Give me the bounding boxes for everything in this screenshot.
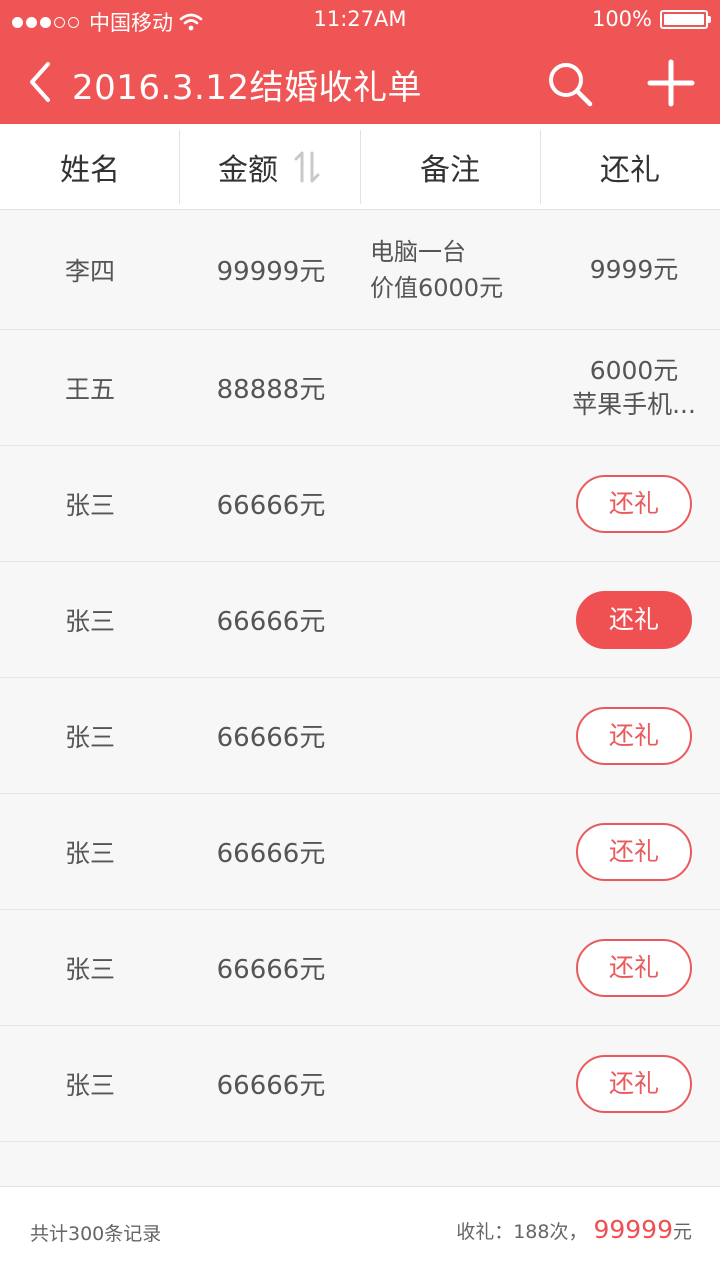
return-gift-button[interactable]: 还礼 bbox=[576, 938, 692, 997]
plus-icon[interactable] bbox=[644, 56, 698, 110]
row-name: 张三 bbox=[64, 954, 115, 984]
row-name: 张三 bbox=[64, 1070, 115, 1100]
row-name: 李四 bbox=[64, 256, 115, 286]
page-title: 2016.3.12结婚收礼单 bbox=[72, 68, 423, 108]
column-header-amount-label: 金额 bbox=[218, 152, 278, 188]
table-row[interactable]: 张三 66666元 还礼 bbox=[0, 794, 720, 910]
row-amount: 66666元 bbox=[216, 955, 326, 985]
column-header-amount[interactable]: 金额 bbox=[180, 124, 360, 209]
chevron-left-icon[interactable] bbox=[22, 58, 62, 106]
row-return: 还礼 bbox=[548, 910, 720, 1025]
total-records: 共计300条记录 bbox=[30, 1223, 162, 1245]
title-bar: 2016.3.12结婚收礼单 bbox=[0, 40, 720, 124]
app-bar: 中国移动 11:27AM 100% 2016.3.12结婚收礼单 bbox=[0, 0, 720, 124]
summary-footer: 共计300条记录 收礼：188次， 99999 元 bbox=[0, 1186, 720, 1280]
table-row[interactable]: 张三 66666元 还礼 bbox=[0, 562, 720, 678]
row-name: 张三 bbox=[64, 490, 115, 520]
row-amount: 66666元 bbox=[216, 491, 326, 521]
return-gift-button[interactable]: 还礼 bbox=[576, 1054, 692, 1113]
search-icon[interactable] bbox=[544, 58, 596, 110]
column-header-name[interactable]: 姓名 bbox=[0, 124, 180, 209]
table-header: 姓名 金额 备注 还礼 bbox=[0, 124, 720, 210]
received-amount: 99999 bbox=[593, 1215, 673, 1244]
return-gift-button[interactable]: 还礼 bbox=[576, 474, 692, 533]
row-name: 张三 bbox=[64, 722, 115, 752]
column-header-name-label: 姓名 bbox=[60, 152, 120, 188]
row-return: 还礼 bbox=[548, 678, 720, 793]
row-amount: 66666元 bbox=[216, 839, 326, 869]
row-amount: 66666元 bbox=[216, 1071, 326, 1101]
row-note-line: 电脑一台 bbox=[370, 237, 466, 266]
row-note: 电脑一台 价值6000元 bbox=[370, 210, 550, 329]
row-return: 还礼 bbox=[548, 794, 720, 909]
return-gift-button[interactable]: 还礼 bbox=[576, 822, 692, 881]
column-header-return-label: 还礼 bbox=[600, 152, 660, 188]
table-row[interactable]: 张三 66666元 还礼 bbox=[0, 910, 720, 1026]
row-note-line: 价值6000元 bbox=[370, 273, 504, 302]
row-name: 张三 bbox=[64, 838, 115, 868]
row-return: 还礼 bbox=[548, 1026, 720, 1141]
row-amount: 99999元 bbox=[216, 257, 326, 287]
received-count: 收礼：188次， bbox=[456, 1221, 588, 1243]
column-header-return[interactable]: 还礼 bbox=[540, 124, 720, 209]
status-bar: 中国移动 11:27AM 100% bbox=[0, 0, 720, 40]
table-row[interactable]: 张三 66666元 还礼 bbox=[0, 1026, 720, 1142]
row-return-value: 9999元 bbox=[589, 254, 679, 284]
row-return: 9999元 bbox=[548, 210, 720, 329]
received-unit: 元 bbox=[672, 1221, 692, 1243]
row-amount: 66666元 bbox=[216, 607, 326, 637]
battery-percent: 100% bbox=[591, 7, 652, 31]
column-header-note[interactable]: 备注 bbox=[360, 124, 540, 209]
row-return-value: 6000元 bbox=[589, 355, 679, 385]
row-amount: 88888元 bbox=[216, 375, 326, 405]
table-row[interactable]: 张三 66666元 还礼 bbox=[0, 446, 720, 562]
row-return: 还礼 bbox=[548, 446, 720, 561]
sort-icon[interactable] bbox=[292, 149, 322, 185]
received-summary: 收礼：188次， 99999 元 bbox=[456, 1215, 692, 1244]
column-header-note-label: 备注 bbox=[420, 152, 480, 188]
table-row[interactable]: 张三 66666元 还礼 bbox=[0, 678, 720, 794]
table-row[interactable]: 王五 88888元 6000元 苹果手机... bbox=[0, 330, 720, 446]
return-gift-button-pressed[interactable]: 还礼 bbox=[576, 590, 692, 649]
row-amount: 66666元 bbox=[216, 723, 326, 753]
row-return-note: 苹果手机... bbox=[572, 389, 696, 419]
row-return: 还礼 bbox=[548, 562, 720, 677]
table-row[interactable]: 李四 99999元 电脑一台 价值6000元 9999元 bbox=[0, 210, 720, 330]
row-name: 王五 bbox=[64, 374, 115, 404]
return-gift-button[interactable]: 还礼 bbox=[576, 706, 692, 765]
battery-icon bbox=[660, 9, 711, 29]
row-name: 张三 bbox=[64, 606, 115, 636]
row-return: 6000元 苹果手机... bbox=[548, 330, 720, 445]
